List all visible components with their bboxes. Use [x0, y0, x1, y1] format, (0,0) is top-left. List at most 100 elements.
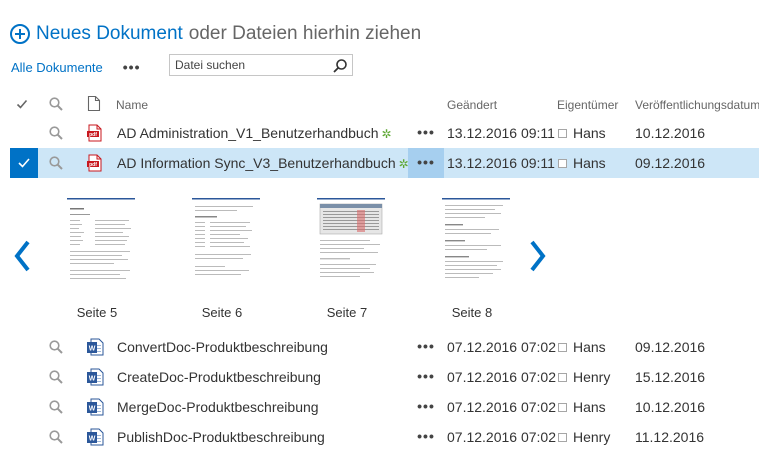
svg-text:W: W — [89, 406, 96, 413]
svg-text:pdf: pdf — [89, 132, 97, 138]
magnifier-icon[interactable] — [48, 155, 64, 171]
view-all-documents[interactable]: Alle Dokumente — [11, 60, 103, 75]
svg-text:W: W — [89, 436, 96, 443]
page-thumbnail[interactable] — [442, 196, 510, 288]
document-row[interactable]: W CreateDoc-Produktbeschreibung ••• 07.12.2… — [10, 362, 759, 392]
modified-date: 07.12.2016 07:02 — [447, 339, 556, 355]
row-more-button[interactable]: ••• — [408, 118, 444, 148]
word-icon: W — [87, 338, 104, 356]
presence-indicator-icon — [558, 402, 567, 412]
svg-text:W: W — [89, 376, 96, 383]
new-document-link[interactable]: Neues Dokument — [36, 23, 183, 45]
column-header-published[interactable]: Veröffentlichungsdatum — [635, 92, 759, 118]
modified-date: 13.12.2016 09:11 — [447, 155, 555, 171]
document-name-link[interactable]: CreateDoc-Produktbeschreibung — [117, 362, 321, 392]
owner-cell: Hans — [558, 332, 606, 362]
row-more-button[interactable]: ••• — [408, 332, 444, 362]
search-input[interactable] — [170, 55, 325, 75]
search-icon[interactable] — [332, 58, 348, 74]
document-name-link[interactable]: ConvertDoc-Produktbeschreibung — [117, 332, 328, 362]
document-row[interactable]: W PublishDoc-Produktbeschreibung ••• 07.12.… — [10, 422, 759, 452]
owner-name[interactable]: Hans — [573, 339, 606, 355]
document-name[interactable]: PublishDoc-Produktbeschreibung — [117, 429, 325, 445]
owner-name[interactable]: Hans — [573, 399, 606, 415]
document-name[interactable]: AD Administration_V1_Benutzerhandbuch — [117, 125, 379, 141]
pdf-icon: pdf — [87, 154, 102, 172]
row-checkmark-icon[interactable] — [10, 148, 38, 178]
row-more-button[interactable]: ••• — [408, 148, 444, 178]
published-date: 09.12.2016 — [635, 155, 706, 171]
row-more-button[interactable]: ••• — [408, 392, 444, 422]
page-thumbnail[interactable] — [67, 196, 135, 288]
document-preview-strip: Seite 5 Seite 6 Seite 7 Seite 8 — [10, 180, 759, 330]
owner-name[interactable]: Hans — [573, 125, 606, 141]
modified-date: 07.12.2016 07:02 — [447, 429, 556, 445]
owner-cell: Hans — [558, 148, 606, 178]
document-row[interactable]: W MergeDoc-Produktbeschreibung ••• 07.12.20… — [10, 392, 759, 422]
owner-cell: Henry — [558, 422, 610, 452]
word-icon: W — [87, 398, 104, 416]
published-date: 11.12.2016 — [635, 429, 705, 445]
search-box — [169, 54, 353, 76]
view-selector-row: Alle Dokumente ••• — [11, 56, 141, 78]
owner-name[interactable]: Henry — [573, 369, 610, 385]
presence-indicator-icon — [558, 128, 567, 138]
svg-text:W: W — [89, 346, 96, 353]
magnifier-icon[interactable] — [48, 125, 64, 141]
published-date: 10.12.2016 — [635, 399, 706, 415]
page-label: Seite 7 — [326, 305, 368, 320]
page-label: Seite 6 — [201, 305, 243, 320]
add-circle-icon[interactable] — [10, 24, 30, 44]
column-header-name[interactable]: Name — [116, 92, 148, 118]
magnifier-icon[interactable] — [48, 399, 64, 415]
page-thumbnail[interactable] — [192, 196, 260, 288]
presence-indicator-icon — [558, 158, 567, 168]
owner-name[interactable]: Henry — [573, 429, 610, 445]
page-thumbnail[interactable] — [317, 196, 385, 288]
select-all-checkmark-icon[interactable] — [16, 98, 28, 110]
row-more-button[interactable]: ••• — [408, 362, 444, 392]
drag-hint-text: oder Dateien hierhin ziehen — [188, 23, 422, 44]
owner-cell: Henry — [558, 362, 610, 392]
document-name-link[interactable]: AD Administration_V1_Benutzerhandbuch ✲ — [117, 118, 392, 148]
document-name[interactable]: ConvertDoc-Produktbeschreibung — [117, 339, 328, 355]
magnifier-icon — [49, 97, 63, 111]
view-more-button[interactable]: ••• — [123, 59, 141, 75]
document-name-link[interactable]: PublishDoc-Produktbeschreibung — [117, 422, 325, 452]
owner-name[interactable]: Hans — [573, 155, 606, 171]
modified-date: 07.12.2016 07:02 — [447, 399, 556, 415]
word-icon: W — [87, 428, 104, 446]
published-date: 15.12.2016 — [635, 369, 706, 385]
document-row[interactable]: W ConvertDoc-Produktbeschreibung ••• 07.12.… — [10, 332, 759, 362]
row-more-button[interactable]: ••• — [408, 422, 444, 452]
pdf-icon: pdf — [87, 124, 102, 142]
presence-indicator-icon — [558, 432, 567, 442]
page-label: Seite 8 — [451, 305, 493, 320]
presence-indicator-icon — [558, 342, 567, 352]
published-date: 09.12.2016 — [635, 339, 706, 355]
document-row[interactable]: pdf AD Information Sync_V3_Benutzerhandbu… — [10, 148, 759, 178]
magnifier-icon[interactable] — [48, 339, 64, 355]
chevron-right-icon[interactable] — [528, 240, 548, 272]
owner-cell: Hans — [558, 392, 606, 422]
document-name[interactable]: AD Information Sync_V3_Benutzerhandbuch — [117, 155, 396, 171]
document-name[interactable]: MergeDoc-Produktbeschreibung — [117, 399, 319, 415]
document-type-icon — [87, 95, 101, 112]
owner-cell: Hans — [558, 118, 606, 148]
new-document-bar: Neues Dokument oder Dateien hierhin zieh… — [10, 20, 421, 48]
word-icon: W — [87, 368, 104, 386]
document-name-link[interactable]: MergeDoc-Produktbeschreibung — [117, 392, 319, 422]
modified-date: 13.12.2016 09:11 — [447, 125, 555, 141]
magnifier-icon[interactable] — [48, 429, 64, 445]
page-label: Seite 5 — [76, 305, 118, 320]
column-header-owner[interactable]: Eigentümer — [557, 92, 618, 118]
document-name-link[interactable]: AD Information Sync_V3_Benutzerhandbuch ✲ — [117, 148, 409, 178]
document-name[interactable]: CreateDoc-Produktbeschreibung — [117, 369, 321, 385]
published-date: 10.12.2016 — [635, 125, 706, 141]
chevron-left-icon[interactable] — [12, 240, 32, 272]
column-header-modified[interactable]: Geändert — [447, 92, 497, 118]
new-item-icon: ✲ — [381, 127, 392, 141]
modified-date: 07.12.2016 07:02 — [447, 369, 556, 385]
document-row[interactable]: pdf AD Administration_V1_Benutzerhandbuch… — [10, 118, 759, 148]
magnifier-icon[interactable] — [48, 369, 64, 385]
